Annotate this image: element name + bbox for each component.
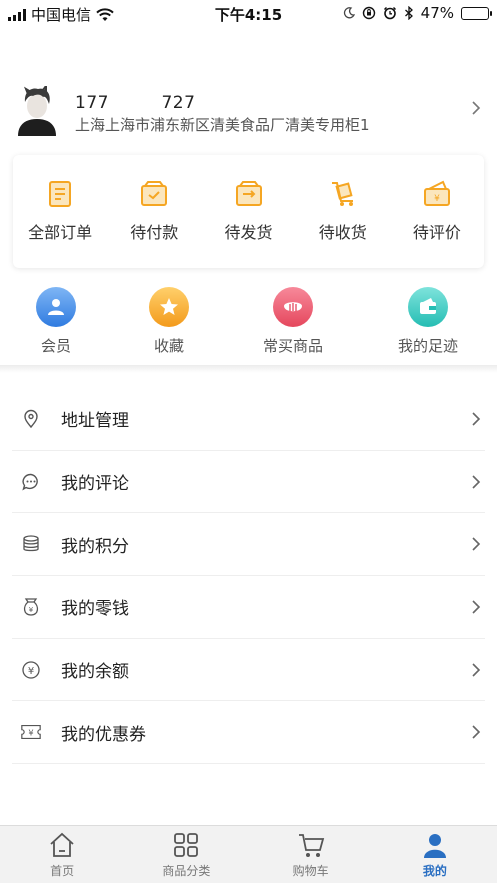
chevron-right-icon <box>472 537 481 551</box>
menu-item-label: 我的余额 <box>61 662 129 683</box>
quick-member-label: 会员 <box>40 337 71 355</box>
profile-address: 上海上海市浦东新区清美食品厂清美专用柜1 <box>75 116 370 134</box>
order-pending-receipt[interactable]: 待收货 <box>296 155 390 268</box>
profile-icon <box>423 834 446 858</box>
quick-footprint[interactable]: 我的足迹 <box>368 287 488 356</box>
balance-icon: ¥ <box>20 659 42 681</box>
svg-text:¥: ¥ <box>434 194 440 204</box>
tab-category-label: 商品分类 <box>162 864 211 878</box>
section-divider <box>0 365 497 373</box>
battery-percent: 47% <box>420 4 454 22</box>
order-pending-shipment[interactable]: 待发货 <box>201 155 295 268</box>
chevron-right-icon <box>472 474 481 489</box>
pending-review-icon: ¥ <box>423 180 450 206</box>
pending-shipment-icon <box>235 181 262 206</box>
chevron-right-icon <box>472 663 481 677</box>
svg-text:¥: ¥ <box>29 606 34 614</box>
tab-home-label: 首页 <box>50 864 75 878</box>
tab-cart[interactable]: 购物车 <box>249 826 373 883</box>
lock-rotation-icon <box>362 6 375 20</box>
chevron-right-icon <box>472 412 481 426</box>
menu-item-label: 我的评论 <box>61 474 129 495</box>
quick-frequent-label: 常买商品 <box>262 337 323 355</box>
menu-item-label: 我的优惠券 <box>61 724 146 745</box>
svg-text:¥: ¥ <box>28 666 34 677</box>
menu-item-label: 地址管理 <box>61 411 129 432</box>
quick-frequent[interactable]: 常买商品 <box>233 287 353 356</box>
status-bar: 中国电信 下午4:15 47% <box>0 0 497 26</box>
moon-icon <box>343 7 355 19</box>
quick-favorite[interactable]: 收藏 <box>109 287 229 356</box>
order-pending-review-label: 待评价 <box>412 223 461 242</box>
footprint-icon <box>408 287 448 327</box>
chevron-right-icon[interactable] <box>471 100 481 116</box>
pending-payment-icon <box>141 181 168 206</box>
tab-cart-label: 购物车 <box>292 864 329 878</box>
chevron-right-icon <box>472 725 481 739</box>
profile-phone: 177 727 <box>75 93 196 113</box>
chevron-right-icon <box>472 600 481 614</box>
category-icon <box>174 833 199 857</box>
member-icon <box>36 287 76 327</box>
quick-actions: 会员 收藏 常买商品 我的足迹 <box>0 287 497 357</box>
bottom-tab-bar: 首页 商品分类 购物车 我的 <box>0 825 497 883</box>
coupon-icon: ¥ <box>20 721 42 743</box>
menu-item-label: 我的积分 <box>61 536 129 557</box>
menu-list: 地址管理 我的评论 我的积分 ¥ 我的零钱 ¥ 我的余额 ¥ 我的优惠券 <box>0 388 497 765</box>
battery-icon <box>461 6 492 20</box>
frequent-items-icon <box>273 287 313 327</box>
quick-favorite-label: 收藏 <box>153 337 184 355</box>
cart-icon <box>298 834 324 857</box>
bluetooth-icon <box>404 6 413 20</box>
alarm-icon <box>383 6 396 20</box>
menu-item-label: 我的零钱 <box>61 599 129 620</box>
avatar[interactable] <box>16 86 58 136</box>
tab-profile-label: 我的 <box>422 864 447 878</box>
tab-category[interactable]: 商品分类 <box>124 826 248 883</box>
comment-icon <box>20 471 42 493</box>
order-pending-review[interactable]: ¥ 待评价 <box>390 155 484 268</box>
tab-profile[interactable]: 我的 <box>373 826 497 883</box>
profile-header[interactable]: 177 727 上海上海市浦东新区清美食品厂清美专用柜1 <box>0 80 497 140</box>
menu-item-change[interactable]: ¥ 我的零钱 <box>12 576 485 639</box>
order-all[interactable]: 全部订单 <box>13 155 107 268</box>
svg-text:¥: ¥ <box>28 728 33 738</box>
order-all-label: 全部订单 <box>28 223 93 242</box>
tab-home[interactable]: 首页 <box>0 826 124 883</box>
change-icon: ¥ <box>20 596 42 618</box>
quick-member[interactable]: 会员 <box>0 287 116 356</box>
home-icon <box>50 832 74 857</box>
all-orders-icon <box>49 181 72 207</box>
menu-item-coupons[interactable]: ¥ 我的优惠券 <box>12 701 485 765</box>
orders-card: 全部订单 待付款 待发货 待收货 ¥ 待评价 <box>13 155 484 268</box>
menu-item-points[interactable]: 我的积分 <box>12 513 485 577</box>
menu-item-balance[interactable]: ¥ 我的余额 <box>12 639 485 702</box>
menu-item-address[interactable]: 地址管理 <box>12 388 485 451</box>
order-pending-payment-label: 待付款 <box>130 223 179 242</box>
quick-footprint-label: 我的足迹 <box>397 337 458 355</box>
pending-receipt-icon <box>331 182 353 206</box>
status-right: 47% <box>343 4 492 22</box>
order-pending-payment[interactable]: 待付款 <box>107 155 201 268</box>
points-icon <box>20 533 42 555</box>
order-pending-shipment-label: 待发货 <box>224 223 273 242</box>
favorite-icon <box>149 287 189 327</box>
menu-item-comments[interactable]: 我的评论 <box>12 451 485 514</box>
location-icon <box>20 408 42 430</box>
order-pending-receipt-label: 待收货 <box>318 223 367 242</box>
